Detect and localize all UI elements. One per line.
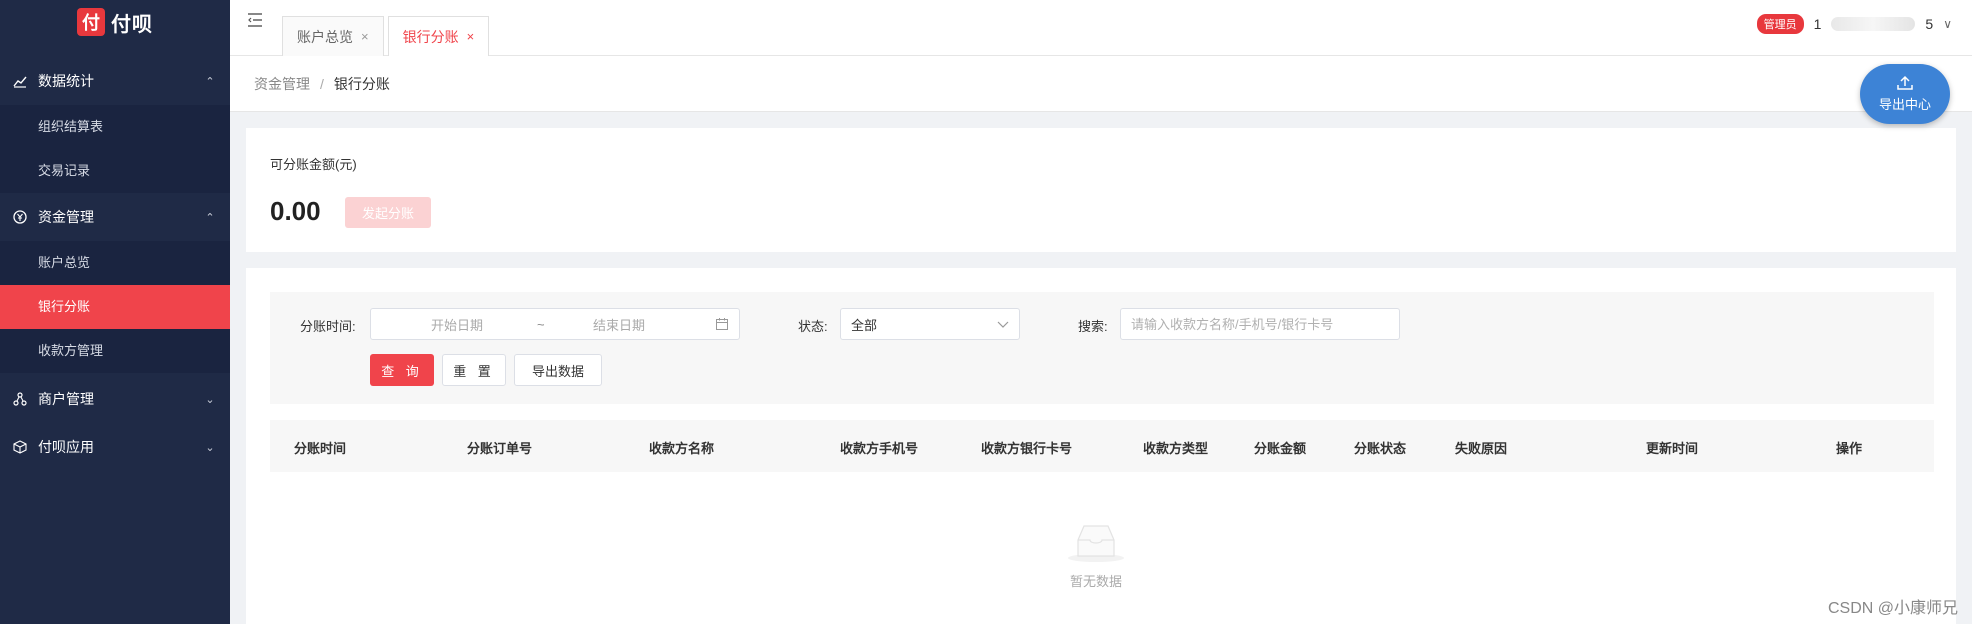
menu-toggle-icon[interactable] [246, 12, 266, 32]
top-header: 账户总览 × 银行分账 × 管理员 1 5 ∨ [230, 0, 1972, 56]
user-name-end: 5 [1925, 16, 1934, 32]
query-button[interactable]: 查 询 [370, 354, 434, 386]
chevron-down-icon: ⌄ [205, 441, 215, 454]
column-header: 失败原因 [1455, 441, 1508, 456]
filter-panel: 分账时间: 开始日期 ~ 结束日期 状态: 全部 搜索: 查 询 重 置 导出数… [270, 292, 1934, 404]
sidebar-item-account-overview[interactable]: 账户总览 [0, 241, 230, 285]
column-header: 分账订单号 [467, 441, 533, 456]
sidebar-group-label: 资金管理 [38, 209, 94, 225]
reset-button[interactable]: 重 置 [442, 354, 506, 386]
user-menu[interactable]: 管理员 1 5 ∨ [1756, 14, 1952, 34]
main-card: 分账时间: 开始日期 ~ 结束日期 状态: 全部 搜索: 查 询 重 置 导出数… [246, 268, 1956, 624]
status-select[interactable]: 全部 [840, 308, 1020, 340]
tab-bank-split[interactable]: 银行分账 × [387, 16, 490, 56]
chevron-down-icon[interactable]: ∨ [1943, 17, 1952, 31]
network-icon [12, 391, 28, 407]
logo: 付 付呗 [0, 0, 230, 44]
export-center-button[interactable]: 导出中心 [1860, 64, 1950, 124]
logo-mark-icon: 付 [77, 8, 105, 36]
search-label: 搜索: [1078, 319, 1108, 334]
date-separator: ~ [537, 316, 545, 332]
column-header: 收款方名称 [649, 441, 715, 456]
sidebar-group-apps[interactable]: 付呗应用 ⌄ [0, 423, 230, 471]
upload-icon [1896, 75, 1914, 94]
breadcrumb-current: 银行分账 [333, 75, 390, 92]
column-header: 收款方类型 [1143, 441, 1209, 456]
chevron-up-icon: ⌃ [205, 75, 215, 88]
time-filter-label: 分账时间: [300, 319, 356, 334]
export-data-button[interactable]: 导出数据 [514, 354, 602, 386]
column-header: 收款方银行卡号 [981, 441, 1073, 456]
submenu-data-stats: 组织结算表 交易记录 [0, 105, 230, 193]
column-header: 分账时间 [294, 441, 347, 456]
app-root: 付 付呗 数据统计 ⌃ 组织结算表 交易记录 资金管理 ⌃ 账户总览 银行分账 … [0, 0, 1972, 624]
breadcrumb-parent[interactable]: 资金管理 [254, 74, 310, 94]
close-icon[interactable]: × [361, 29, 369, 44]
balance-card: 可分账金额(元) 0.00 发起分账 [246, 128, 1956, 252]
column-header: 更新时间 [1646, 441, 1699, 456]
breadcrumb-separator: / [320, 75, 324, 92]
role-badge: 管理员 [1756, 14, 1804, 34]
line-chart-icon [12, 73, 28, 89]
empty-inbox-icon [1064, 525, 1128, 567]
tab-account-overview[interactable]: 账户总览 × [282, 16, 384, 56]
close-icon[interactable]: × [467, 29, 475, 44]
empty-text: 暂无数据 [1069, 574, 1122, 589]
chevron-down-icon: ⌄ [205, 393, 215, 406]
redacted-username [1831, 17, 1916, 31]
submenu-funds: 账户总览 银行分账 收款方管理 [0, 241, 230, 373]
export-center-label: 导出中心 [1878, 97, 1931, 112]
user-name-start: 1 [1813, 16, 1822, 32]
chevron-up-icon: ⌃ [205, 211, 215, 224]
balance-value: 0.00 [270, 196, 321, 226]
sidebar-group-label: 商户管理 [38, 391, 94, 407]
logo-text: 付呗 [111, 13, 153, 36]
breadcrumb: 资金管理 / 银行分账 [230, 56, 1972, 112]
initiate-split-button[interactable]: 发起分账 [345, 197, 431, 228]
column-header: 分账金额 [1254, 441, 1307, 456]
sidebar-group-label: 付呗应用 [38, 439, 94, 455]
sidebar-item-transactions[interactable]: 交易记录 [0, 149, 230, 193]
column-header: 收款方手机号 [840, 441, 919, 456]
date-range-picker[interactable]: 开始日期 ~ 结束日期 [370, 308, 740, 340]
search-input[interactable] [1120, 308, 1400, 340]
sidebar-item-payee-management[interactable]: 收款方管理 [0, 329, 230, 373]
tab-bar: 账户总览 × 银行分账 × [282, 16, 493, 56]
balance-label: 可分账金额(元) [270, 157, 357, 172]
empty-state: 暂无数据 [1046, 518, 1146, 590]
tab-label: 银行分账 [402, 28, 459, 45]
watermark: CSDN @小康师兄 [1827, 600, 1958, 617]
yen-circle-icon [12, 209, 28, 225]
sidebar-group-label: 数据统计 [38, 73, 94, 89]
start-date-field[interactable]: 开始日期 [431, 315, 483, 334]
end-date-field[interactable]: 结束日期 [593, 315, 645, 334]
sidebar-group-funds[interactable]: 资金管理 ⌃ [0, 193, 230, 241]
column-header: 分账状态 [1354, 441, 1407, 456]
sidebar: 付 付呗 数据统计 ⌃ 组织结算表 交易记录 资金管理 ⌃ 账户总览 银行分账 … [0, 0, 230, 624]
sidebar-item-org-settlement[interactable]: 组织结算表 [0, 105, 230, 149]
table-header: 分账时间 分账订单号 收款方名称 收款方手机号 收款方银行卡号 收款方类型 分账… [270, 420, 1934, 472]
calendar-icon [715, 317, 729, 334]
column-header: 操作 [1836, 441, 1863, 456]
cube-icon [12, 439, 28, 455]
sidebar-group-data-stats[interactable]: 数据统计 ⌃ [0, 57, 230, 105]
status-select-value: 全部 [851, 317, 878, 333]
sidebar-item-bank-split[interactable]: 银行分账 [0, 285, 230, 329]
sidebar-group-merchants[interactable]: 商户管理 ⌄ [0, 375, 230, 423]
chevron-down-icon [997, 317, 1009, 332]
tab-label: 账户总览 [297, 28, 353, 45]
status-filter-label: 状态: [798, 319, 828, 334]
